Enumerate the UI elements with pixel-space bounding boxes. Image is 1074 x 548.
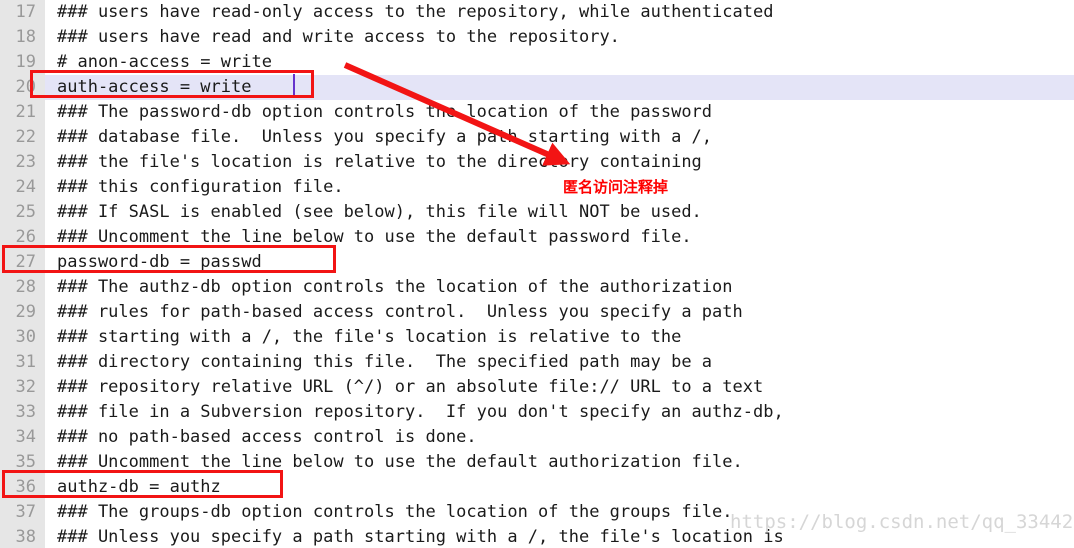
code-line-row[interactable]: 27 password-db = passwd	[0, 250, 1074, 275]
line-number: 20	[15, 77, 36, 97]
code-line-text[interactable]: ### repository relative URL (^/) or an a…	[57, 375, 763, 400]
annotation-note-text: 匿名访问注释掉	[563, 178, 669, 196]
line-number: 31	[15, 352, 36, 372]
code-line-text[interactable]: ### database file. Unless you specify a …	[57, 125, 712, 150]
code-editor-view[interactable]: 17 ### users have read-only access to the…	[0, 0, 1074, 548]
line-number: 32	[15, 377, 36, 397]
code-line-text[interactable]: ### Uncomment the line below to use the …	[57, 225, 692, 250]
line-number: 21	[15, 102, 36, 122]
line-number: 36	[15, 477, 36, 497]
code-line-text[interactable]: ### file in a Subversion repository. If …	[57, 400, 784, 425]
line-number: 19	[15, 52, 36, 72]
code-line-text[interactable]: ### Uncomment the line below to use the …	[57, 450, 743, 475]
code-line-row[interactable]: 18 ### users have read and write access t…	[0, 25, 1074, 50]
code-line-text[interactable]: ### the file's location is relative to t…	[57, 150, 702, 175]
line-number: 33	[15, 402, 36, 422]
code-line-text[interactable]: ### The groups-db option controls the lo…	[57, 500, 733, 525]
text-cursor-caret	[293, 74, 295, 95]
code-line-text[interactable]: ### this configuration file.	[57, 175, 344, 200]
code-line-row[interactable]: 34 ### no path-based access control is do…	[0, 425, 1074, 450]
code-line-row[interactable]: 29 ### rules for path-based access contro…	[0, 300, 1074, 325]
code-line-row[interactable]: 33 ### file in a Subversion repository. I…	[0, 400, 1074, 425]
code-line-row[interactable]: 19 # anon-access = write	[0, 50, 1074, 75]
code-line-text[interactable]: ### Unless you specify a path starting w…	[57, 525, 784, 548]
code-line-row[interactable]: 30 ### starting with a /, the file's loca…	[0, 325, 1074, 350]
code-line-row[interactable]: 24 ### this configuration file.	[0, 175, 1074, 200]
line-number: 18	[15, 27, 36, 47]
line-number: 30	[15, 327, 36, 347]
code-line-text[interactable]: password-db = passwd	[57, 250, 262, 275]
code-line-row[interactable]: 21 ### The password-db option controls th…	[0, 100, 1074, 125]
code-line-row[interactable]: 22 ### database file. Unless you specify …	[0, 125, 1074, 150]
code-line-text[interactable]: ### The authz-db option controls the loc…	[57, 275, 733, 300]
line-number: 27	[15, 252, 36, 272]
code-line-text[interactable]: authz-db = authz	[57, 475, 221, 500]
code-line-row[interactable]: 36 authz-db = authz	[0, 475, 1074, 500]
line-number: 17	[15, 2, 36, 22]
code-line-row[interactable]: 35 ### Uncomment the line below to use th…	[0, 450, 1074, 475]
code-line-row[interactable]: 28 ### The authz-db option controls the l…	[0, 275, 1074, 300]
code-line-text[interactable]: ### users have read and write access to …	[57, 25, 620, 50]
code-line-row[interactable]: 20 auth-access = write	[0, 75, 1074, 100]
code-line-row[interactable]: 26 ### Uncomment the line below to use th…	[0, 225, 1074, 250]
line-number: 35	[15, 452, 36, 472]
code-line-row[interactable]: 17 ### users have read-only access to the…	[0, 0, 1074, 25]
code-line-text[interactable]: ### directory containing this file. The …	[57, 350, 712, 375]
line-number: 23	[15, 152, 36, 172]
line-number: 25	[15, 202, 36, 222]
code-lines-container[interactable]: 17 ### users have read-only access to the…	[0, 0, 1074, 548]
code-line-text[interactable]: ### The password-db option controls the …	[57, 100, 712, 125]
code-line-text[interactable]: ### rules for path-based access control.…	[57, 300, 743, 325]
code-line-text[interactable]: ### users have read-only access to the r…	[57, 0, 773, 25]
code-line-row[interactable]: 32 ### repository relative URL (^/) or an…	[0, 375, 1074, 400]
line-number: 26	[15, 227, 36, 247]
line-number: 24	[15, 177, 36, 197]
code-line-row[interactable]: 23 ### the file's location is relative to…	[0, 150, 1074, 175]
line-number: 22	[15, 127, 36, 147]
code-line-row[interactable]: 25 ### If SASL is enabled (see below), th…	[0, 200, 1074, 225]
line-number: 29	[15, 302, 36, 322]
line-number: 38	[15, 527, 36, 547]
code-line-row[interactable]: 31 ### directory containing this file. Th…	[0, 350, 1074, 375]
line-number: 28	[15, 277, 36, 297]
line-number: 34	[15, 427, 36, 447]
code-line-text[interactable]: # anon-access = write	[57, 50, 272, 75]
code-line-text[interactable]: ### starting with a /, the file's locati…	[57, 325, 681, 350]
code-line-text[interactable]: ### no path-based access control is done…	[57, 425, 477, 450]
line-number: 37	[15, 502, 36, 522]
watermark-text: https://blog.csdn.net/qq_33442160	[730, 511, 1074, 533]
code-line-text[interactable]: auth-access = write	[57, 75, 251, 100]
code-line-text[interactable]: ### If SASL is enabled (see below), this…	[57, 200, 702, 225]
